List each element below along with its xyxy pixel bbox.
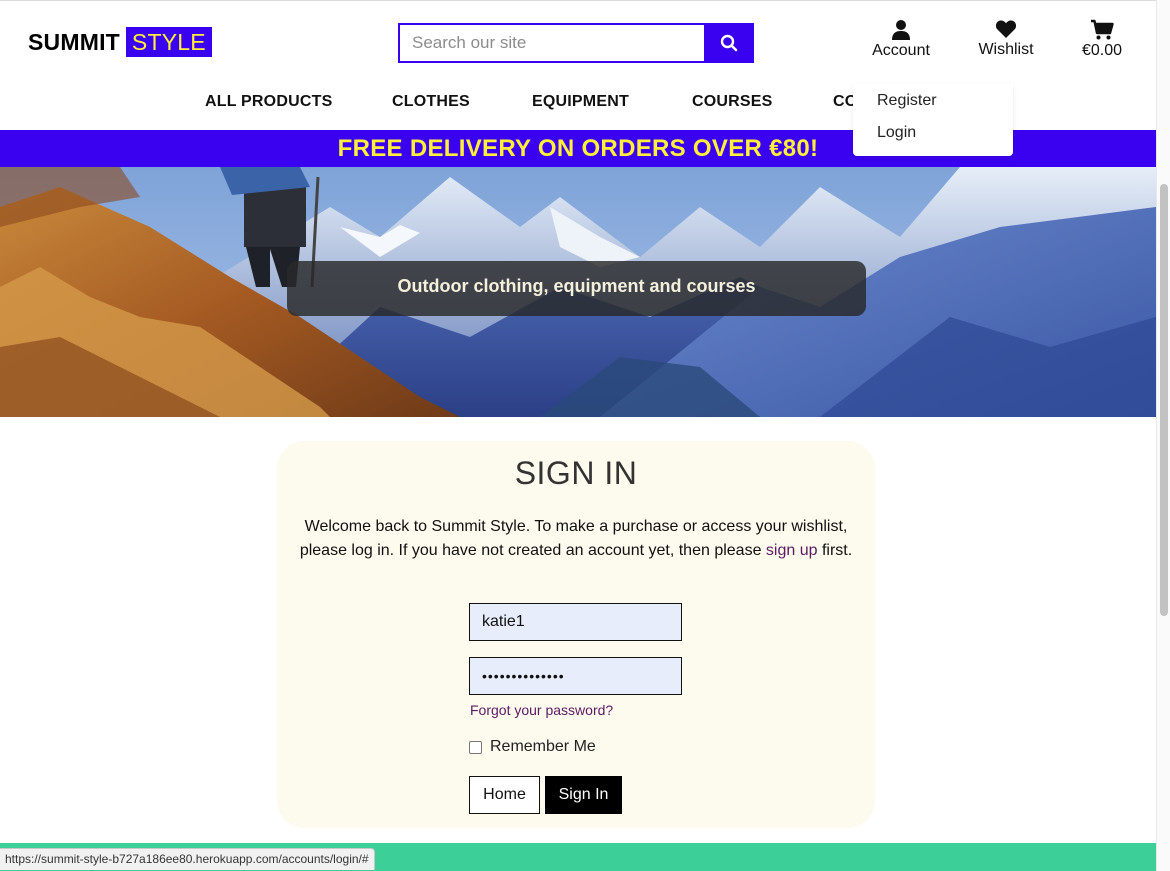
remember-me-label: Remember Me bbox=[490, 738, 596, 755]
search-input[interactable] bbox=[398, 23, 704, 63]
scrollbar-thumb[interactable] bbox=[1160, 184, 1168, 616]
dropdown-item-login[interactable]: Login bbox=[853, 122, 1013, 154]
remember-me: Remember Me bbox=[469, 738, 596, 756]
dropdown-item-register[interactable]: Register bbox=[853, 90, 1013, 122]
hero-image: Outdoor clothing, equipment and courses bbox=[0, 167, 1156, 417]
account-dropdown: Register Login bbox=[853, 84, 1013, 156]
password-field[interactable]: •••••••••••••• bbox=[469, 657, 682, 695]
user-icon bbox=[892, 20, 910, 40]
status-bar-url: https://summit-style-b727a186ee80.heroku… bbox=[0, 848, 375, 870]
account-link[interactable]: Account bbox=[866, 19, 936, 60]
nav-item-truncated[interactable]: CO bbox=[833, 93, 855, 111]
heart-icon bbox=[995, 20, 1017, 38]
nav-item-clothes[interactable]: CLOTHES bbox=[392, 93, 470, 111]
wishlist-label: Wishlist bbox=[978, 41, 1034, 58]
cart-total: €0.00 bbox=[1081, 42, 1123, 59]
forgot-password-link[interactable]: Forgot your password? bbox=[470, 702, 613, 718]
nav-item-courses[interactable]: COURSES bbox=[692, 93, 773, 111]
remember-me-checkbox[interactable] bbox=[469, 740, 482, 754]
account-label: Account bbox=[872, 42, 930, 59]
username-field[interactable]: katie1 bbox=[469, 603, 682, 641]
cart-icon bbox=[1091, 19, 1114, 40]
nav-item-all-products[interactable]: ALL PRODUCTS bbox=[205, 93, 332, 111]
nav-item-equipment[interactable]: EQUIPMENT bbox=[532, 93, 629, 111]
scrollbar[interactable] bbox=[1156, 0, 1170, 871]
page: SUMMIT STYLE Account Wishlist bbox=[0, 0, 1156, 871]
page-title: SIGN IN bbox=[514, 455, 638, 491]
hero-caption: Outdoor clothing, equipment and courses bbox=[287, 261, 866, 316]
signin-intro: Welcome back to Summit Style. To make a … bbox=[295, 515, 857, 563]
wishlist-link[interactable]: Wishlist bbox=[972, 19, 1040, 59]
signin-button[interactable]: Sign In bbox=[545, 776, 622, 814]
search-button[interactable] bbox=[704, 23, 754, 63]
site-logo[interactable]: SUMMIT STYLE bbox=[28, 27, 212, 57]
intro-text-after: first. bbox=[817, 542, 853, 559]
home-button[interactable]: Home bbox=[469, 776, 540, 814]
search-icon bbox=[720, 34, 738, 52]
signup-link[interactable]: sign up bbox=[766, 542, 818, 559]
signin-card: SIGN IN Welcome back to Summit Style. To… bbox=[277, 441, 875, 828]
logo-text-style: STYLE bbox=[125, 27, 212, 57]
cart-link[interactable]: €0.00 bbox=[1074, 19, 1130, 60]
logo-text-summit: SUMMIT bbox=[28, 28, 120, 55]
search-form bbox=[398, 23, 754, 63]
